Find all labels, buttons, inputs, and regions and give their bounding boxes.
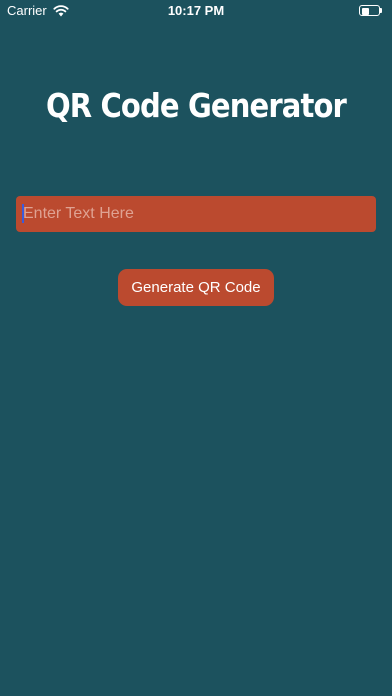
- battery-icon: [359, 5, 382, 16]
- battery-body: [359, 5, 380, 16]
- text-cursor: [22, 204, 24, 223]
- status-time: 10:17 PM: [167, 3, 225, 18]
- qr-text-input[interactable]: [16, 196, 376, 232]
- battery-fill: [362, 8, 369, 15]
- generate-qr-code-button[interactable]: Generate QR Code: [118, 269, 274, 306]
- status-bar: Carrier 10:17 PM: [0, 0, 392, 22]
- page-title: QR Code Generator: [45, 86, 347, 125]
- battery-cap: [380, 8, 382, 13]
